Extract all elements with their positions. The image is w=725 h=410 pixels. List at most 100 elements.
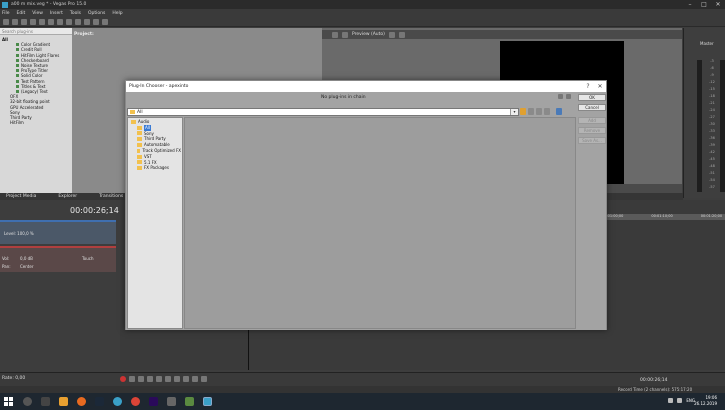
view-mode-icon[interactable] [556,108,562,115]
preview-settings-icon[interactable] [332,31,338,38]
close-window-button[interactable]: ✕ [711,1,725,8]
record-time-status: Record Time (2 channels): 575:17:20 [618,387,693,392]
ok-button[interactable]: OK [578,94,606,101]
cut-icon[interactable] [48,18,54,25]
folder-icon [137,160,142,165]
chain-move-right-icon[interactable] [566,94,571,99]
overlays-icon[interactable] [388,31,395,38]
menu-file[interactable]: File [2,11,10,16]
search-icon[interactable] [23,397,32,406]
timeline-ruler[interactable]: 00:01:00;00 00:01:10;00 00:01:20;00 [600,214,725,220]
redo-icon[interactable] [84,18,90,25]
go-to-end-icon[interactable] [183,376,189,382]
master-meter-right [720,60,725,192]
video-track-header[interactable]: Level: 100,0 % [0,220,116,244]
play-icon[interactable] [147,376,153,382]
tray-clock[interactable]: 19:06 26.12.2019 [694,395,717,407]
menu-options[interactable]: Options [88,11,105,16]
tab-project-media[interactable]: Project Media [6,194,36,199]
cursor-tool-icon[interactable] [93,18,99,25]
envelope-tool-icon[interactable] [102,18,108,25]
add-button[interactable]: Add [578,117,606,124]
copy-icon[interactable] [57,18,63,25]
render-icon[interactable] [30,18,36,25]
plugin-list[interactable] [184,117,576,329]
master-meter-left [697,60,702,192]
save-package-icon[interactable] [536,108,542,115]
vol-value[interactable]: 0,0 dB [20,256,33,261]
remove-button[interactable]: Remove [578,127,606,134]
tab-explorer[interactable]: Explorer [58,194,77,199]
chain-move-left-icon[interactable] [558,94,563,99]
task-view-icon[interactable] [41,397,50,406]
maximize-button[interactable]: □ [697,1,711,8]
app-icon[interactable] [113,397,122,406]
minimize-button[interactable]: – [683,1,697,8]
new-folder-icon[interactable] [528,108,534,115]
menu-help[interactable]: Help [112,11,122,16]
transport-controls [120,376,207,382]
paste-icon[interactable] [66,18,72,25]
pan-value[interactable]: Center [20,264,33,269]
windows-start-icon[interactable] [4,396,14,407]
tray-network-icon[interactable] [668,398,674,403]
properties-icon[interactable] [39,18,45,25]
menu-tools[interactable]: Tools [70,11,81,16]
fx-icon [16,79,19,83]
fx-icon [16,74,19,78]
split-screen-icon[interactable] [342,31,348,38]
preview-quality-select[interactable]: Preview (Auto) [352,32,385,37]
playback-rate: Rate: 0,00 [2,376,26,381]
fx-icon [16,48,19,52]
folder-path-input[interactable]: All [127,108,519,116]
audio-track-header[interactable]: Vol: 0,0 dB Touch Pan: Center [0,246,116,272]
up-folder-icon[interactable] [520,108,526,115]
loop-icon[interactable] [129,376,135,382]
go-to-start-icon[interactable] [174,376,180,382]
tab-transitions[interactable]: Transitions [99,194,123,199]
record-icon[interactable] [120,376,126,382]
chevron-down-icon[interactable]: ▾ [510,109,518,115]
dialog-help-button[interactable]: ? [582,83,594,90]
master-bus-panel [683,28,725,198]
menu-insert[interactable]: Insert [50,11,63,16]
stop-icon[interactable] [165,376,171,382]
plugin-folder-tree: Audio All Sony Third Party Automatable T… [127,117,183,329]
video-level-label: Level: 100,0 % [4,231,34,236]
delete-icon[interactable] [544,108,550,115]
minecraft-icon[interactable] [185,397,194,406]
folder-icon [137,143,142,148]
fx-icon [16,53,19,57]
menu-edit[interactable]: Edit [17,11,26,16]
steam-icon[interactable] [95,397,104,406]
tray-volume-icon[interactable] [677,398,683,403]
cancel-button[interactable]: Cancel [578,104,606,111]
premiere-icon[interactable] [149,397,158,406]
pause-icon[interactable] [156,376,162,382]
menu-bar: File Edit View Insert Tools Options Help [0,9,725,17]
play-from-start-icon[interactable] [138,376,144,382]
main-toolbar [0,17,725,27]
preview-toolbar: Preview (Auto) [322,30,682,39]
app-icon[interactable] [167,397,176,406]
save-as-button[interactable]: Save As... [578,137,606,144]
menu-view[interactable]: View [32,11,43,16]
undo-icon[interactable] [75,18,81,25]
folder-item-fx-packages[interactable]: FX Packages [129,165,181,171]
chrome-icon[interactable] [131,397,140,406]
chain-status: No plug-ins in chain [321,95,366,100]
firefox-icon[interactable] [77,397,86,406]
dialog-close-button[interactable]: ✕ [594,83,606,90]
dialog-body: No plug-ins in chain OK Cancel Add Remov… [126,92,606,330]
automation-mode[interactable]: Touch [82,256,93,261]
save-icon[interactable] [21,18,27,25]
snapshot-icon[interactable] [398,31,405,38]
file-explorer-icon[interactable] [59,397,68,406]
vegas-taskbar-icon[interactable] [203,397,212,406]
next-frame-icon[interactable] [201,376,207,382]
open-icon[interactable] [12,18,18,25]
prev-frame-icon[interactable] [192,376,198,382]
pan-label: Pan: [2,264,11,269]
new-project-icon[interactable] [3,18,9,25]
project-label: Project: [74,32,94,37]
